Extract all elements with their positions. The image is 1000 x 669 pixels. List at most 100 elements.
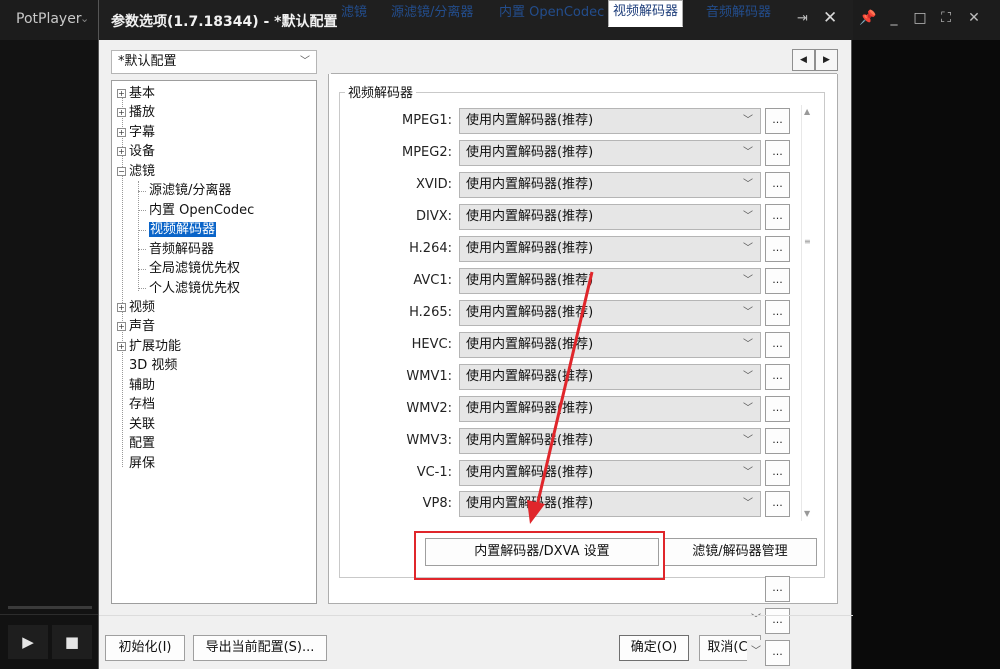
decoder-config-button[interactable]: ...	[765, 236, 790, 262]
decoder-config-button[interactable]: ...	[765, 396, 790, 422]
more-button[interactable]: ...	[765, 608, 790, 634]
decoder-config-button[interactable]: ...	[765, 428, 790, 454]
decoder-config-button[interactable]: ...	[765, 172, 790, 198]
decoder-config-button[interactable]: ...	[765, 332, 790, 358]
tab-opencodec[interactable]: 内置 OpenCodec	[495, 2, 608, 26]
pin-icon[interactable]: ⇥	[797, 11, 808, 26]
chevron-down-icon[interactable]: ﹀	[747, 640, 761, 666]
more-button[interactable]: ...	[765, 640, 790, 666]
scroll-up-icon[interactable]: ▲	[804, 107, 810, 116]
decoder-config-button[interactable]: ...	[765, 268, 790, 294]
expand-icon[interactable]: +	[117, 128, 126, 137]
group-title: 视频解码器	[345, 82, 417, 101]
tab-video-decoder[interactable]: 视频解码器	[608, 0, 684, 27]
decoder-select[interactable]: 使用内置解码器(推荐) ﹀	[459, 332, 761, 358]
fullscreen-icon[interactable]: ⛶	[936, 10, 956, 26]
decoder-select-value: 使用内置解码器(推荐)	[466, 496, 594, 511]
expand-icon[interactable]: +	[117, 322, 126, 331]
tree-item-label: 视频	[129, 300, 156, 315]
tab-filters[interactable]: 滤镜	[337, 2, 371, 26]
decoder-select[interactable]: 使用内置解码器(推荐) ﹀	[459, 396, 761, 422]
expand-icon[interactable]: +	[117, 89, 126, 98]
tree-item-subtitles[interactable]: + 字幕	[117, 123, 155, 142]
tab-scroll-right-icon[interactable]: ▶	[815, 49, 838, 71]
vertical-scrollbar[interactable]: ▲ ≡ ▼	[801, 105, 814, 521]
decoder-select[interactable]: 使用内置解码器(推荐) ﹀	[459, 491, 761, 517]
close-icon[interactable]: ✕	[823, 8, 837, 28]
preset-select[interactable]: *默认配置 ﹀	[111, 50, 317, 74]
tree-item-personal-filter-priority[interactable]: 个人滤镜优先权	[149, 279, 240, 298]
pin-icon[interactable]: 📌	[858, 10, 878, 26]
decoder-select[interactable]: 使用内置解码器(推荐) ﹀	[459, 300, 761, 326]
decoder-config-button[interactable]: ...	[765, 300, 790, 326]
chevron-down-icon: ﹀	[743, 275, 753, 286]
chevron-down-icon: ﹀	[743, 307, 753, 318]
tree-item-3d-video[interactable]: 3D 视频	[129, 356, 177, 375]
expand-icon[interactable]: +	[117, 303, 126, 312]
scroll-thumb-icon[interactable]: ≡	[804, 237, 811, 246]
tree-item-label: 播放	[129, 105, 156, 120]
tree-item-device[interactable]: + 设备	[117, 142, 155, 161]
tree-item-basic[interactable]: + 基本	[117, 84, 155, 103]
decoder-config-button[interactable]: ...	[765, 108, 790, 134]
tab-source-filters[interactable]: 源滤镜/分离器	[387, 2, 477, 26]
decoder-select[interactable]: 使用内置解码器(推荐) ﹀	[459, 236, 761, 262]
tree-item-association[interactable]: 关联	[129, 415, 155, 434]
more-button[interactable]: ...	[765, 576, 790, 602]
tab-strip	[331, 48, 837, 74]
scroll-down-icon[interactable]: ▼	[804, 509, 810, 518]
decoder-select[interactable]: 使用内置解码器(推荐) ﹀	[459, 364, 761, 390]
tree-item-archive[interactable]: 存档	[129, 395, 155, 414]
tab-audio-decoder[interactable]: 音频解码器	[702, 2, 775, 26]
expand-icon[interactable]: +	[117, 147, 126, 156]
tree-item-video-decoder[interactable]: 视频解码器	[149, 220, 217, 239]
seek-bar[interactable]	[8, 606, 92, 609]
tree-item-config[interactable]: 配置	[129, 434, 155, 453]
reset-button[interactable]: 初始化(I)	[105, 635, 185, 661]
minimize-icon[interactable]: _	[884, 10, 904, 26]
expand-icon[interactable]: +	[117, 108, 126, 117]
decoder-config-button[interactable]: ...	[765, 491, 790, 517]
tree-item-assist[interactable]: 辅助	[129, 376, 155, 395]
tree-item-filters[interactable]: − 滤镜	[117, 162, 155, 181]
decoder-select-value: 使用内置解码器(推荐)	[466, 337, 594, 352]
tree-item-global-filter-priority[interactable]: 全局滤镜优先权	[149, 259, 240, 278]
tree-item-source-filters[interactable]: 源滤镜/分离器	[149, 181, 231, 200]
play-button[interactable]: ▶	[8, 625, 48, 659]
close-icon[interactable]: ✕	[964, 10, 984, 26]
tree-item-audio-decoder[interactable]: 音频解码器	[149, 240, 214, 259]
tree-item-extensions[interactable]: + 扩展功能	[117, 337, 181, 356]
decoder-select[interactable]: 使用内置解码器(推荐) ﹀	[459, 460, 761, 486]
decoder-select[interactable]: 使用内置解码器(推荐) ﹀	[459, 204, 761, 230]
divider	[99, 615, 853, 616]
tree-item-opencodec[interactable]: 内置 OpenCodec	[149, 201, 254, 220]
tab-scroll-left-icon[interactable]: ◀	[792, 49, 815, 71]
tree-item-video[interactable]: + 视频	[117, 298, 155, 317]
chevron-down-icon[interactable]: ﹀	[747, 608, 761, 634]
filter-manager-button[interactable]: 滤镜/解码器管理	[663, 538, 817, 566]
maximize-icon[interactable]: □	[910, 10, 930, 26]
decoder-config-button[interactable]: ...	[765, 460, 790, 486]
tree-item-playback[interactable]: + 播放	[117, 103, 155, 122]
decoder-select[interactable]: 使用内置解码器(推荐) ﹀	[459, 140, 761, 166]
tree-item-audio[interactable]: + 声音	[117, 317, 155, 336]
decoder-select[interactable]: 使用内置解码器(推荐) ﹀	[459, 268, 761, 294]
decoder-config-button[interactable]: ...	[765, 364, 790, 390]
decoder-select[interactable]: 使用内置解码器(推荐) ﹀	[459, 172, 761, 198]
codec-label: MPEG1:	[402, 113, 452, 128]
decoder-config-button[interactable]: ...	[765, 204, 790, 230]
settings-tree[interactable]: + 基本 + 播放 + 字幕 + 设备 − 滤镜 源滤镜/分离器 内置 OpenCodec…	[111, 80, 317, 604]
player-video-area-right	[852, 40, 1000, 669]
decoder-select[interactable]: 使用内置解码器(推荐) ﹀	[459, 428, 761, 454]
stop-button[interactable]: ■	[52, 625, 92, 659]
export-config-button[interactable]: 导出当前配置(S)...	[193, 635, 327, 661]
chevron-down-icon[interactable]: ⌄	[80, 12, 89, 25]
decoder-config-button[interactable]: ...	[765, 140, 790, 166]
tree-item-screensaver[interactable]: 屏保	[129, 454, 155, 473]
player-title[interactable]: PotPlayer	[16, 11, 82, 27]
collapse-icon[interactable]: −	[117, 167, 126, 176]
expand-icon[interactable]: +	[117, 342, 126, 351]
ok-button[interactable]: 确定(O)	[619, 635, 689, 661]
tree-item-label: 个人滤镜优先权	[149, 281, 241, 296]
decoder-select[interactable]: 使用内置解码器(推荐) ﹀	[459, 108, 761, 134]
